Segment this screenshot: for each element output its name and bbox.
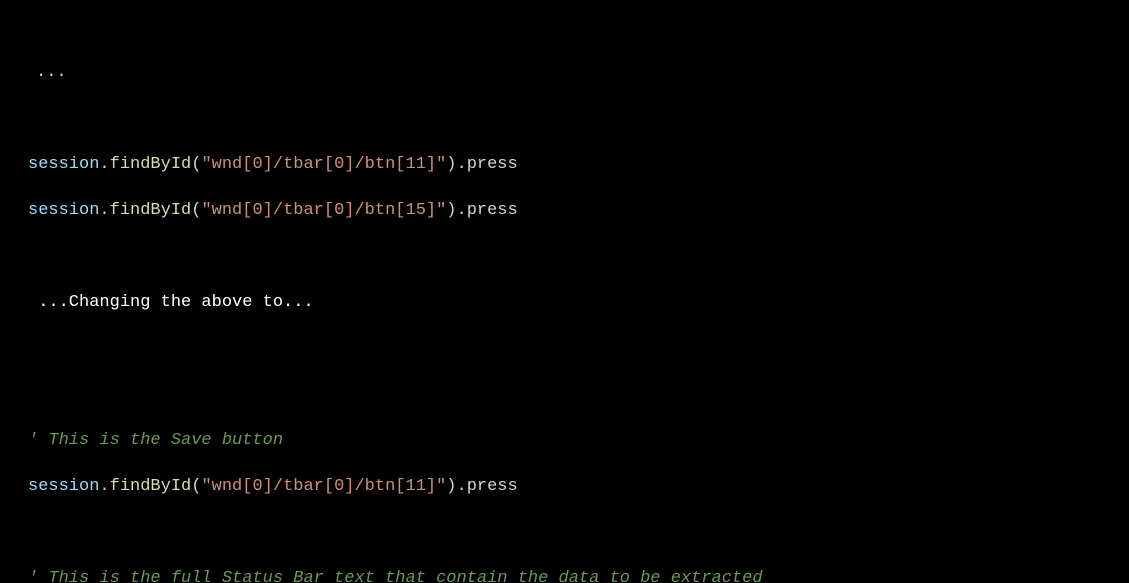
token-ident: session [28, 477, 99, 496]
code-line: ' This is the full Status Bar text that … [28, 567, 1101, 583]
token-punct: . [457, 155, 467, 174]
token-method: findById [110, 477, 192, 496]
token-method: press [467, 201, 518, 220]
token-punct: . [457, 477, 467, 496]
token-ident: session [28, 201, 99, 220]
token-comment: ' This is the full Status Bar text that … [28, 569, 763, 583]
token-punct: . [99, 201, 109, 220]
token-string: "wnd[0]/tbar[0]/btn[11]" [201, 477, 446, 496]
blank-line [28, 521, 1101, 544]
code-line: ...Changing the above to... [28, 291, 1101, 314]
token-comment: ' This is the Save button [28, 431, 283, 450]
token-punct: . [457, 201, 467, 220]
token-punct: ) [446, 477, 456, 496]
blank-line [28, 383, 1101, 406]
token-punct: ( [191, 201, 201, 220]
code-line: ' This is the Save button [28, 429, 1101, 452]
token-punct: ) [446, 201, 456, 220]
annotation-text: ...Changing the above to... [28, 293, 314, 312]
code-line: ... [28, 61, 1101, 84]
token-string: "wnd[0]/tbar[0]/btn[11]" [201, 155, 446, 174]
code-line: session.findById("wnd[0]/tbar[0]/btn[15]… [28, 199, 1101, 222]
code-line: session.findById("wnd[0]/tbar[0]/btn[11]… [28, 475, 1101, 498]
code-line: session.findById("wnd[0]/tbar[0]/btn[11]… [28, 153, 1101, 176]
token-method: findById [110, 201, 192, 220]
token-punct: . [99, 155, 109, 174]
token-string: "wnd[0]/tbar[0]/btn[15]" [201, 201, 446, 220]
token-punct: ( [191, 477, 201, 496]
blank-line [28, 337, 1101, 360]
ellipsis: ... [36, 63, 67, 82]
token-punct: . [99, 477, 109, 496]
token-method: press [467, 155, 518, 174]
token-method: press [467, 477, 518, 496]
blank-line [28, 107, 1101, 130]
token-punct: ) [446, 155, 456, 174]
code-editor[interactable]: ... session.findById("wnd[0]/tbar[0]/btn… [0, 0, 1129, 583]
token-method: findById [110, 155, 192, 174]
blank-line [28, 245, 1101, 268]
token-ident: session [28, 155, 99, 174]
token-punct: ( [191, 155, 201, 174]
